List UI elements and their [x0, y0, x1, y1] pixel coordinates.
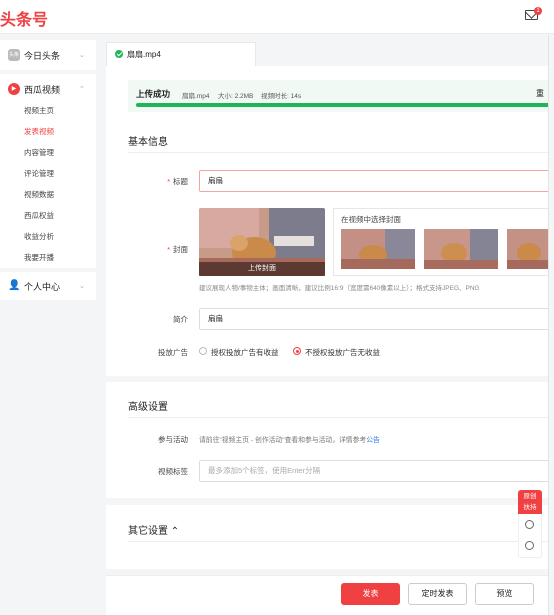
- activity-label: 参与活动: [158, 435, 188, 444]
- toutiao-icon: 头条: [8, 49, 20, 61]
- scrollbar[interactable]: [548, 35, 554, 615]
- sidebar-group-personal[interactable]: 👤 个人中心 ⌄: [0, 272, 96, 300]
- sidebar-item-xigua-rights[interactable]: 西瓜权益: [24, 210, 54, 221]
- preview-button[interactable]: 预览: [475, 583, 534, 605]
- sidebar-item-video-home[interactable]: 视频主页: [24, 105, 54, 116]
- title-label: * 标题: [167, 177, 188, 186]
- sidebar-item-video-data[interactable]: 视频数据: [24, 189, 54, 200]
- ad-option-decline[interactable]: 不授权投放广告无收益: [305, 347, 380, 358]
- activity-hint: 请前往"视频主页 - 创作活动"查看和参与活动，详情参考公告: [199, 437, 380, 444]
- tags-label: 视频标签: [158, 467, 188, 476]
- section-advanced: 高级设置: [128, 402, 168, 413]
- other-settings-card: [106, 505, 554, 569]
- upload-duration: 视频时长: 14s: [261, 93, 302, 100]
- success-check-icon: [115, 50, 123, 58]
- section-other-settings[interactable]: 其它设置 ⌃: [128, 522, 179, 537]
- ad-radio-decline[interactable]: [293, 347, 301, 355]
- sidebar-item-revenue[interactable]: 收益分析: [24, 231, 54, 242]
- divider: [128, 541, 548, 542]
- headset-icon[interactable]: [525, 541, 534, 550]
- frame-picker-title: 在视频中选择封面: [341, 215, 401, 224]
- sidebar-label-toutiao: 今日头条: [24, 50, 61, 61]
- upload-cover-button[interactable]: 上传封面: [199, 262, 325, 276]
- sidebar-group-toutiao[interactable]: 头条 今日头条 ⌄: [0, 40, 96, 70]
- user-icon: 👤: [8, 280, 21, 291]
- upload-file: 扇扇.mp4: [182, 93, 210, 100]
- chevron-down-icon: ⌄: [79, 283, 85, 290]
- upload-status: 上传成功: [136, 89, 171, 99]
- sidebar-label-xigua: 西瓜视频: [24, 84, 61, 95]
- divider: [128, 417, 548, 418]
- upload-progress-bar: [136, 103, 550, 107]
- sidebar-item-comment-manage[interactable]: 评论管理: [24, 168, 54, 179]
- section-basic-info: 基本信息: [128, 137, 168, 148]
- title-input[interactable]: 扇扇: [199, 170, 554, 192]
- sidebar-item-live[interactable]: 我要开播: [24, 252, 54, 263]
- original-support-badge[interactable]: 原创 扶持: [518, 490, 542, 514]
- reupload-link[interactable]: 重: [536, 88, 544, 99]
- help-icon[interactable]: [525, 520, 534, 529]
- publish-button[interactable]: 发表: [341, 583, 400, 605]
- mail-badge: 1: [534, 7, 542, 15]
- sidebar-group-xigua: ▶ 西瓜视频 ⌃ 视频主页 发表视频 内容管理 评论管理 视频数据 西瓜权益 收…: [0, 74, 96, 268]
- chevron-up-icon: ⌃: [79, 86, 85, 93]
- frame-thumb[interactable]: [424, 229, 498, 269]
- frame-thumb[interactable]: [341, 229, 415, 269]
- intro-input[interactable]: 扇扇: [199, 308, 554, 330]
- app-logo[interactable]: 头条号: [0, 6, 48, 30]
- top-header: 头条号 1: [0, 0, 554, 34]
- ad-option-authorize[interactable]: 授权投放广告有收益: [211, 347, 279, 358]
- sidebar-label-personal: 个人中心: [24, 281, 61, 292]
- sidebar-head-xigua[interactable]: ▶ 西瓜视频 ⌃: [0, 74, 96, 104]
- schedule-publish-button[interactable]: 定时发表: [408, 583, 467, 605]
- cover-hint: 建议展现人物/事物主体；画面清晰，建议比例16:9（宽度需640像素以上）；格式…: [199, 285, 480, 292]
- announcement-link[interactable]: 公告: [366, 437, 380, 444]
- xigua-icon: ▶: [8, 83, 20, 95]
- upload-size: 大小: 2.2MB: [218, 93, 254, 100]
- ad-label: 投放广告: [158, 348, 188, 357]
- chevron-down-icon: ⌄: [79, 52, 85, 59]
- ad-radio-authorize[interactable]: [199, 347, 207, 355]
- divider: [128, 152, 548, 153]
- intro-label: 简介: [173, 315, 188, 324]
- chevron-up-icon: ⌃: [170, 526, 180, 537]
- cover-label: * 封面: [167, 245, 188, 254]
- frame-thumb[interactable]: [507, 229, 548, 269]
- tab-video-file[interactable]: 扇扇.mp4: [106, 42, 256, 66]
- tags-input[interactable]: 最多添加5个标签，使用Enter分隔: [199, 460, 554, 482]
- sidebar-item-publish-video[interactable]: 发表视频: [24, 126, 54, 137]
- tab-filename: 扇扇.mp4: [127, 50, 161, 59]
- sidebar-item-content-manage[interactable]: 内容管理: [24, 147, 54, 158]
